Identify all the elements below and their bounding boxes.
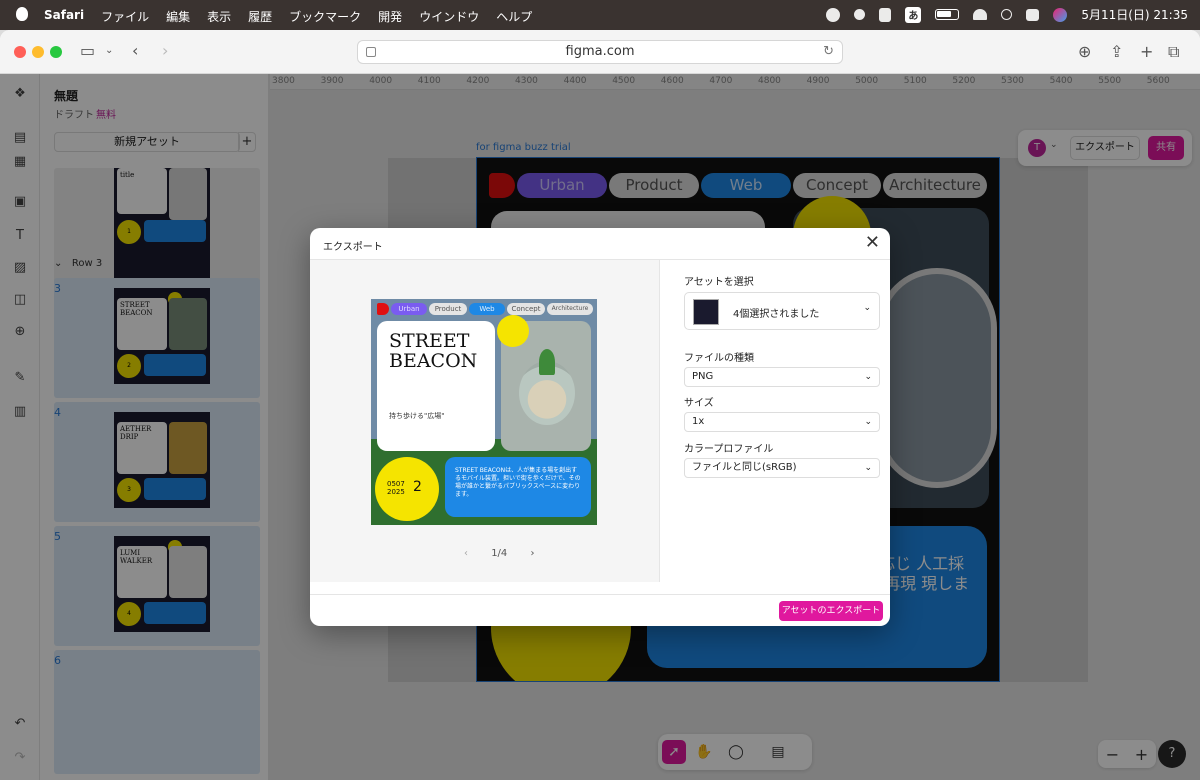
preview-yellow-dot [497, 315, 529, 347]
export-assets-button[interactable]: アセットのエクスポート [779, 601, 883, 621]
battery-icon[interactable] [935, 9, 960, 20]
preview-body: STREET BEACONは、人が集まる場を創出するモバイル装置。担いで街を歩く… [455, 467, 581, 498]
color-profile-select[interactable]: ファイルと同じ(sRGB) ⌄ [684, 458, 880, 478]
url-text: figma.com [565, 44, 635, 59]
airpods-icon[interactable] [879, 7, 892, 22]
preview-pill-urban: Urban [391, 303, 427, 315]
menu-bookmarks[interactable]: ブックマーク [289, 8, 361, 25]
input-method-icon[interactable]: あ [905, 6, 922, 23]
menu-help[interactable]: ヘルプ [496, 8, 532, 25]
chevron-down-icon: ⌄ [864, 463, 872, 473]
preview-title: STREET BEACON [389, 330, 478, 372]
next-page-icon[interactable]: › [530, 548, 534, 559]
close-icon[interactable]: ✕ [865, 233, 880, 253]
macos-menubar: Safari ファイル 編集 表示 履歴 ブックマーク 開発 ウインドウ ヘルプ… [0, 0, 1200, 30]
asset-select-label: アセットを選択 [684, 277, 754, 288]
page-settings-icon[interactable] [366, 47, 376, 57]
page-indicator: 1/4 [491, 548, 508, 559]
menu-history[interactable]: 履歴 [248, 8, 272, 25]
forward-icon[interactable]: › [162, 42, 168, 60]
dialog-footer: アセットのエクスポート [310, 594, 890, 626]
preview-pill-concept: Concept [507, 303, 545, 315]
size-label: サイズ [684, 398, 714, 409]
preview-date-line1: 0507 [387, 480, 405, 488]
creative-cloud-icon[interactable] [826, 7, 841, 22]
safari-toolbar: ▭ ⌄ ‹ › figma.com ↻ ⊕ ⇪ + ⧉ [0, 30, 1200, 74]
back-icon[interactable]: ‹ [132, 42, 138, 60]
preview-card: STREET BEACON 持ち歩ける"広場" [377, 321, 495, 451]
chevron-down-icon: ⌄ [863, 303, 871, 313]
siri-icon[interactable] [1053, 7, 1068, 22]
menu-edit[interactable]: 編集 [166, 8, 190, 25]
new-tab-icon[interactable]: + [1140, 42, 1153, 61]
wifi-icon[interactable] [973, 9, 988, 20]
minimize-window-button[interactable] [32, 46, 44, 58]
preview-area: Urban Product Web Concept Architecture S… [310, 260, 660, 582]
preview-subtitle: 持ち歩ける"広場" [389, 412, 445, 420]
filetype-select[interactable]: PNG ⌄ [684, 367, 880, 387]
control-center-icon[interactable] [1026, 8, 1040, 21]
preview-yellow-circle [375, 457, 439, 521]
size-select[interactable]: 1x ⌄ [684, 412, 880, 432]
preview-date-line2: 2025 [387, 488, 405, 496]
chevron-down-icon: ⌄ [864, 372, 872, 382]
search-icon[interactable] [1001, 9, 1013, 20]
color-profile-value: ファイルと同じ(sRGB) [692, 462, 797, 473]
menu-develop[interactable]: 開発 [378, 8, 402, 25]
color-profile-label: カラープロファイル [684, 444, 774, 455]
user-icon[interactable] [854, 9, 866, 20]
preview-pager: ‹ 1/4 › [454, 548, 544, 559]
share-icon[interactable]: ⇪ [1110, 42, 1123, 61]
prev-page-icon[interactable]: ‹ [464, 548, 468, 559]
filetype-label: ファイルの種類 [684, 353, 754, 364]
close-window-button[interactable] [14, 46, 26, 58]
size-value: 1x [692, 416, 705, 427]
preview-red-tab [377, 303, 389, 315]
preview-pill-architecture: Architecture [547, 303, 593, 315]
reload-icon[interactable]: ↻ [823, 41, 834, 63]
asset-select-value: 4個選択されました [733, 309, 820, 320]
preview-date: 0507 2025 [387, 480, 405, 496]
asset-preview-icon [693, 299, 719, 325]
preview-number: 2 [413, 479, 422, 495]
zoom-window-button[interactable] [50, 46, 62, 58]
app-menu: Safari ファイル 編集 表示 履歴 ブックマーク 開発 ウインドウ ヘルプ [44, 8, 532, 25]
export-preview-image: Urban Product Web Concept Architecture S… [371, 299, 597, 525]
status-menus: あ 5月11日(日) 21:35 [826, 6, 1188, 23]
export-settings: アセットを選択 4個選択されました ⌄ ファイルの種類 PNG ⌄ サイズ 1x… [671, 260, 890, 582]
dialog-header: エクスポート ✕ [310, 228, 890, 260]
export-dialog: エクスポート ✕ Urban Product Web Concept Archi… [310, 228, 890, 626]
address-bar[interactable]: figma.com ↻ [357, 40, 843, 64]
filetype-value: PNG [692, 371, 714, 382]
sidebar-toggle-icon[interactable]: ▭ [80, 42, 95, 60]
tab-overview-icon[interactable]: ⧉ [1168, 42, 1179, 62]
preview-pill-product: Product [429, 303, 467, 315]
terrarium-plant [539, 349, 555, 375]
downloads-icon[interactable]: ⊕ [1078, 42, 1091, 61]
menubar-clock[interactable]: 5月11日(日) 21:35 [1081, 6, 1188, 23]
menu-window[interactable]: ウインドウ [419, 8, 479, 25]
menu-file[interactable]: ファイル [101, 8, 149, 25]
dialog-title: エクスポート [323, 242, 383, 253]
preview-blue-card: STREET BEACONは、人が集まる場を創出するモバイル装置。担いで街を歩く… [445, 457, 591, 517]
menu-view[interactable]: 表示 [207, 8, 231, 25]
menu-app-name[interactable]: Safari [44, 8, 84, 25]
chevron-down-icon: ⌄ [864, 417, 872, 427]
preview-pill-web: Web [469, 303, 505, 315]
chevron-down-icon[interactable]: ⌄ [105, 42, 113, 60]
asset-select[interactable]: 4個選択されました ⌄ [684, 292, 880, 330]
apple-icon[interactable] [16, 7, 28, 21]
